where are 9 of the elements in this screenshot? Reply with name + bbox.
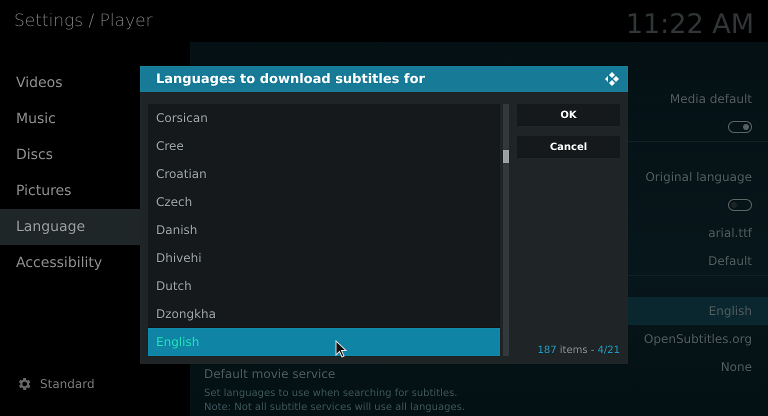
setting-value: Media default xyxy=(670,92,752,106)
help-text: Note: Not all subtitle services will use all languages. xyxy=(204,401,466,415)
help-text: Set languages to use when searching for subtitles. xyxy=(204,387,458,401)
setting-label: Default movie service xyxy=(204,367,336,381)
dialog-title: Languages to download subtitles for xyxy=(156,72,425,86)
item-count: 187 items - 4/21 xyxy=(536,345,620,356)
setting-value: English xyxy=(708,304,752,318)
page-title: Settings / Player xyxy=(14,11,153,31)
setting-value: None xyxy=(720,360,752,374)
